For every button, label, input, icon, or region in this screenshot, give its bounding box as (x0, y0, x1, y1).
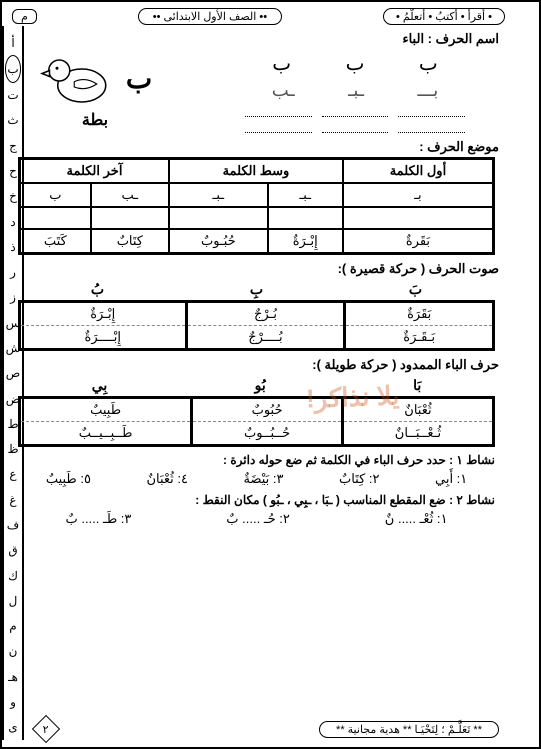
illustration: ب بطة (25, 48, 165, 130)
sound-title: صوت الحرف ( حركة قصيرة ): (8, 261, 499, 277)
ex2-title: نشاط ٢ : ضع المقطع المناسب ( ـبَا ، ـبِي… (18, 493, 495, 507)
h: بِ (250, 281, 263, 298)
content-area: • أقرأ • أكتبُ • أتعلّمُ • •• الصف الأول… (8, 8, 505, 739)
h: بُو (255, 377, 266, 394)
td: ـبـ (268, 183, 343, 207)
td: بـ (343, 183, 494, 207)
th: وسط الكلمة (169, 159, 343, 184)
h: بَ (409, 281, 422, 298)
footer: ** تَعَلَّـمْ ؛ لِتَحْيَـا ** هدية مجاني… (36, 719, 499, 739)
w: ٢: حُـ ..... بٌ (226, 511, 290, 527)
h: بَا (413, 377, 421, 394)
glyph: ب (272, 51, 291, 76)
long-table: ثُعْبَانٌثُـعْــبَــانٌ حُبُوبٌحُــبُــو… (18, 396, 495, 447)
page-number: ٢ (32, 715, 60, 743)
td: ـبـ (169, 183, 268, 207)
td: كَتَبَ (19, 229, 90, 254)
topbar: • أقرأ • أكتبُ • أتعلّمُ • •• الصف الأول… (8, 8, 505, 25)
glyph-row: ب ب ب (245, 51, 465, 76)
page-frame: أ ب ت ث ج ح خ د ذ ر ز س ش ص ض ط ظ ع غ ف … (0, 0, 541, 749)
w: ٣: بَيْضَةٌ (243, 471, 283, 487)
td: إِبْـرَةٌ (268, 229, 343, 254)
long-title: حرف الباء الممدود ( حركة طويلة ): (8, 357, 499, 373)
word: ثُعْبَانٌ (344, 399, 492, 422)
header-right: • أقرأ • أكتبُ • أتعلّمُ • (383, 8, 505, 25)
word: طَبِيبٌ (21, 399, 190, 422)
illustration-word: بطة (25, 110, 165, 130)
w: ٥: طَبِيبٌ (46, 471, 91, 487)
th: آخر الكلمة (19, 159, 169, 184)
td: كِتَابٌ (91, 229, 169, 254)
td: حُبُـوبٌ (169, 229, 268, 254)
trace: بُــــرْجٌ (188, 326, 344, 348)
long-headers: بَا بُو بِي (18, 377, 495, 394)
trace: بَـقَـرَةٌ (346, 326, 492, 348)
td: بَقَرةٌ (343, 229, 494, 254)
w: ١: ثُعْـ ..... نٌ (385, 511, 448, 527)
trace: ـب (272, 80, 295, 101)
sound-headers: بَ بِ بُ (18, 281, 495, 298)
h: بُ (91, 281, 104, 298)
trace: حُــبُــوبٌ (193, 422, 341, 444)
header-left: م (12, 9, 37, 24)
word: بَقَرَةٌ (346, 303, 492, 326)
glyph-trace-row: بـــ ـبـ ـب (245, 80, 465, 101)
word: حُبُوبٌ (193, 399, 341, 422)
ex2-words: ١: ثُعْـ ..... نٌ ٢: حُـ ..... بٌ ٣: طَـ… (18, 511, 495, 527)
trace: ثُـعْــبَــانٌ (344, 422, 492, 444)
footer-text: ** تَعَلَّـمْ ؛ لِتَحْيَـا ** هدية مجاني… (319, 721, 499, 738)
glyph: ب (419, 51, 438, 76)
position-table: أول الكلمة وسط الكلمة آخر الكلمة بـ ـبـ … (18, 157, 495, 255)
big-letter: ب (126, 62, 152, 95)
sound-table: بَقَرَةٌبَـقَـرَةٌ بُـرْجٌبُــــرْجٌ إِب… (18, 300, 495, 351)
glyph: ب (346, 51, 365, 76)
td: ب (19, 183, 90, 207)
trace: بـــ (417, 80, 438, 101)
position-title: موضع الحرف : (8, 139, 499, 155)
trace: ـبـ (348, 80, 364, 101)
header-mid: •• الصف الأول الابتدائى •• (138, 8, 282, 25)
ex1-title: نشاط ١ : حدد حرف الباء في الكلمة ثم ضع ح… (18, 453, 495, 467)
ex1-words: ١: أَبِي ٢: كِتَابٌ ٣: بَيْضَةٌ ٤: ثُعْب… (18, 471, 495, 487)
trace: إِبْــــرَةٌ (21, 326, 185, 348)
w: ٣: طَـ ..... بٌ (65, 511, 131, 527)
th: أول الكلمة (343, 159, 494, 184)
w: ٤: ثُعْبَانٌ (146, 471, 188, 487)
writing-lines (245, 121, 465, 133)
word: إِبْـرَةٌ (21, 303, 185, 326)
writing-lines (245, 105, 465, 117)
td: ـب (91, 183, 169, 207)
w: ١: أَبِي (435, 471, 467, 487)
letter-name-title: اسم الحرف : الباء (8, 31, 499, 47)
trace: طَــبِــيــبٌ (21, 422, 190, 444)
duck-icon (38, 48, 118, 108)
h: بِي (92, 377, 108, 394)
w: ٢: كِتَابٌ (339, 471, 380, 487)
word: بُـرْجٌ (188, 303, 344, 326)
